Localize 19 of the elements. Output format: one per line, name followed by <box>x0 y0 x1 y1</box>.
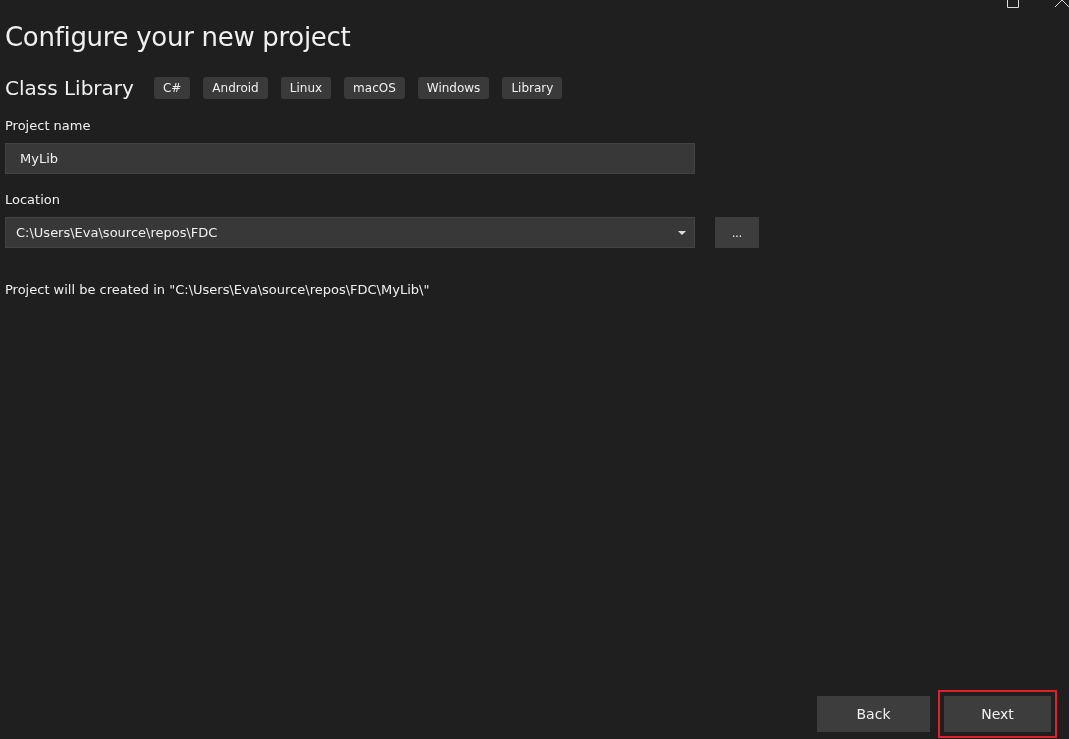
tag: Android <box>203 77 268 99</box>
tag: Library <box>502 77 563 99</box>
info-text: Project will be created in "C:\Users\Eva\source\repos\FDC\MyLib\" <box>5 282 431 297</box>
dropdown-arrow-icon <box>678 230 686 235</box>
maximize-icon[interactable] <box>1007 0 1019 8</box>
field-label: Location <box>5 192 61 207</box>
browse-button[interactable]: ... <box>715 217 759 248</box>
tag: C# <box>153 77 191 99</box>
tag: Linux <box>280 77 332 99</box>
dialog-button[interactable]: Next <box>938 690 1057 738</box>
dialog-button[interactable]: Back <box>817 696 930 732</box>
page-title: Configure your new project <box>5 22 352 52</box>
template-name: Class Library <box>5 76 134 100</box>
close-icon[interactable] <box>1055 0 1069 7</box>
location-dropdown[interactable]: C:\Users\Eva\source\repos\FDC <box>5 217 695 248</box>
tag: Windows <box>417 77 490 99</box>
tag: macOS <box>344 77 405 99</box>
field-label: Project name <box>5 118 92 133</box>
project-name-field[interactable]: MyLib <box>5 143 695 174</box>
